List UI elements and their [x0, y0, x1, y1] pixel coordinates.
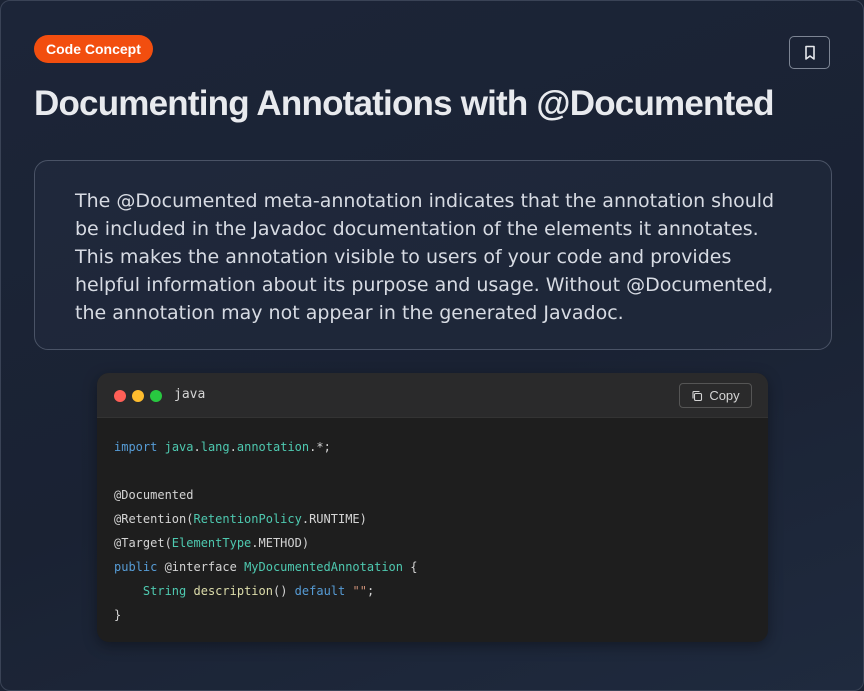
copy-icon	[692, 390, 703, 401]
code-token: }	[114, 608, 122, 622]
code-token: .RUNTIME)	[301, 512, 367, 526]
concept-card: Code Concept Documenting Annotations wit…	[0, 0, 864, 691]
code-token: ""	[352, 584, 367, 598]
code-token: RetentionPolicy	[193, 512, 302, 526]
code-token: @Retention(	[114, 512, 194, 526]
code-token: .	[193, 440, 201, 454]
code-header: java Copy	[97, 373, 768, 418]
code-token: MyDocumentedAnnotation	[244, 560, 404, 574]
code-token: default	[294, 584, 346, 598]
code-token: {	[403, 560, 418, 574]
code-token: lang	[200, 440, 230, 454]
code-body: import java.lang.annotation.*; @Document…	[97, 418, 768, 627]
code-token: ()	[272, 584, 295, 598]
code-token: java	[164, 440, 194, 454]
category-badge: Code Concept	[34, 35, 153, 63]
code-token: public	[114, 560, 158, 574]
code-token: .	[229, 440, 237, 454]
code-token: import	[114, 440, 158, 454]
code-token: @Target(	[114, 536, 172, 550]
code-token: @Documented	[114, 488, 194, 502]
window-dot-green-icon	[150, 390, 162, 402]
code-token: .METHOD)	[251, 536, 310, 550]
code-line: @Retention(RetentionPolicy.RUNTIME)	[114, 507, 751, 531]
code-token: ElementType	[171, 536, 252, 550]
code-line: @Documented	[114, 483, 751, 507]
code-block: import java.lang.annotation.*; @Document…	[114, 435, 751, 627]
code-token: description	[193, 584, 273, 598]
window-dot-yellow-icon	[132, 390, 144, 402]
code-line: @Target(ElementType.METHOD)	[114, 531, 751, 555]
code-language-label: java	[174, 387, 206, 402]
page-title: Documenting Annotations with @Documented	[34, 84, 775, 123]
description-text: The @Documented meta-annotation indicate…	[75, 190, 775, 324]
bookmark-button[interactable]	[789, 36, 830, 69]
code-line: }	[114, 603, 751, 627]
description-box: The @Documented meta-annotation indicate…	[34, 160, 832, 350]
code-line: import java.lang.annotation.*;	[114, 435, 751, 459]
bookmark-icon	[804, 45, 815, 60]
copy-button[interactable]: Copy	[679, 383, 752, 408]
window-dot-red-icon	[114, 390, 126, 402]
code-panel: java Copy import java.lang.annotation.*;…	[97, 373, 768, 642]
code-token: annotation	[236, 440, 310, 454]
code-token: String	[142, 584, 187, 598]
copy-button-label: Copy	[709, 388, 740, 403]
code-token: @interface	[157, 560, 245, 574]
code-token: .*;	[309, 440, 331, 454]
code-line: public @interface MyDocumentedAnnotation…	[114, 555, 751, 579]
code-token: ;	[366, 584, 375, 598]
code-line: String description() default "";	[114, 579, 751, 603]
